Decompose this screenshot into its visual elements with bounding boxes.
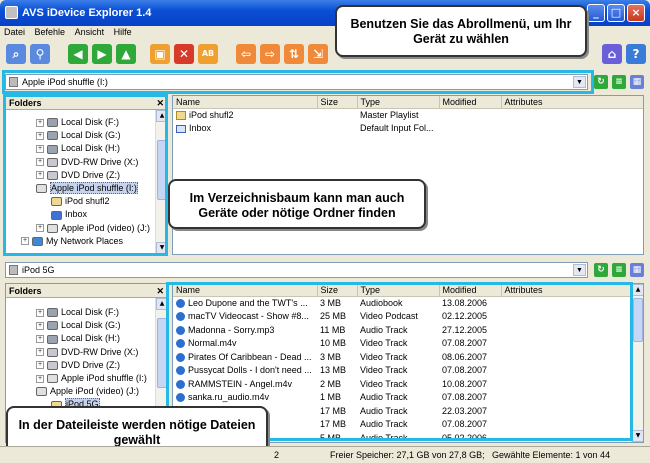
file-type: Master Playlist: [360, 110, 419, 120]
ipod-icon: [9, 265, 18, 275]
close-button[interactable]: ×: [627, 4, 645, 22]
tree-node[interactable]: + Local Disk (G:): [36, 319, 121, 331]
menu-bar: Datei Befehle Ansicht Hilfe: [4, 27, 139, 41]
col-type[interactable]: Type: [357, 96, 440, 109]
view-icon[interactable]: ▦: [630, 75, 644, 89]
close-pane-icon[interactable]: ✕: [156, 284, 164, 298]
menu-befehle[interactable]: Befehle: [35, 27, 66, 37]
tree-node-label: Local Disk (H:): [61, 333, 121, 344]
table-row[interactable]: iPod shufl2 Master Playlist: [173, 108, 643, 122]
dvd-icon: [47, 360, 58, 370]
disk-icon: [47, 308, 58, 318]
find-device-icon[interactable]: ⚲: [30, 44, 50, 64]
expand-icon[interactable]: +: [36, 348, 44, 357]
col-name[interactable]: Name: [173, 96, 318, 109]
expand-icon[interactable]: +: [36, 374, 44, 383]
properties-icon[interactable]: ≡: [612, 263, 626, 277]
col-size[interactable]: Size: [317, 96, 358, 109]
tree-node-label: DVD Drive (Z:): [61, 359, 120, 370]
refresh-icon[interactable]: ↻: [594, 75, 608, 89]
tree-node[interactable]: + Local Disk (F:): [36, 306, 119, 318]
forward-icon[interactable]: ▶: [92, 44, 112, 64]
view-icon[interactable]: ▦: [630, 263, 644, 277]
file-modified: [439, 108, 501, 122]
file-attributes: [501, 122, 643, 136]
device-select-bottom[interactable]: iPod 5G ▼: [5, 262, 588, 278]
tree-node-label: DVD-RW Drive (X:): [61, 346, 139, 357]
device-select-bottom-value: iPod 5G: [22, 265, 55, 275]
file-modified: [439, 122, 501, 136]
ipod-icon: [36, 387, 47, 397]
search-icon[interactable]: ⌕: [6, 44, 26, 64]
status-count: 2: [274, 450, 280, 460]
disk-icon: [47, 334, 58, 344]
status-free-space: Freier Speicher: 27,1 GB von 27,8 GB;: [330, 450, 485, 460]
expand-icon[interactable]: +: [36, 321, 44, 330]
tree-node-label: Local Disk (F:): [61, 307, 120, 317]
table-row[interactable]: Inbox Default Input Fol...: [173, 122, 643, 136]
tree-node-label: Local Disk (G:): [61, 320, 121, 331]
sync-icon[interactable]: ⇅: [284, 44, 304, 64]
col-attributes[interactable]: Attributes: [501, 96, 643, 109]
up-icon[interactable]: ▲: [116, 44, 136, 64]
file-attributes: [501, 108, 643, 122]
folders-header: Folders ✕: [6, 284, 167, 298]
disk-icon: [47, 321, 58, 331]
inbox-icon: [176, 124, 186, 133]
maximize-button[interactable]: □: [607, 4, 625, 22]
menu-hilfe[interactable]: Hilfe: [114, 27, 132, 37]
file-name: Inbox: [189, 123, 212, 134]
window-title: AVS iDevice Explorer 1.4: [22, 7, 152, 19]
playlist-icon: [176, 111, 186, 121]
export-icon[interactable]: ⇲: [308, 44, 328, 64]
new-folder-icon[interactable]: ▣: [150, 44, 170, 64]
app-icon: [5, 6, 18, 19]
col-modified[interactable]: Modified: [439, 96, 502, 109]
file-name: iPod shufl2: [189, 109, 234, 120]
file-size: [317, 108, 357, 122]
tree-node-label: Apple iPod shuffle (I:): [61, 373, 147, 383]
tree-node[interactable]: Apple iPod (video) (J:): [36, 385, 139, 397]
status-selected: Gewählte Elemente: 1 von 44: [492, 450, 611, 460]
expand-icon[interactable]: +: [36, 335, 44, 344]
home-icon[interactable]: ⌂: [602, 44, 622, 64]
expand-icon[interactable]: +: [36, 361, 44, 370]
highlight-dropdown: [2, 70, 594, 94]
tree-node[interactable]: + Local Disk (H:): [36, 332, 120, 344]
minimize-button[interactable]: _: [587, 4, 605, 22]
tree-node[interactable]: + DVD-RW Drive (X:): [36, 346, 138, 358]
menu-ansicht[interactable]: Ansicht: [75, 27, 105, 37]
tree-node[interactable]: + DVD Drive (Z:): [36, 359, 120, 371]
callout-tree: Im Verzeichnisbaum kann man auch Geräte …: [168, 179, 426, 229]
properties-icon[interactable]: ≡: [612, 75, 626, 89]
chevron-down-icon[interactable]: ▼: [573, 264, 586, 276]
copy-right-icon[interactable]: ⇨: [260, 44, 280, 64]
expand-icon[interactable]: +: [36, 308, 44, 317]
status-bar: 2 Freier Speicher: 27,1 GB von 27,8 GB; …: [0, 446, 650, 463]
file-size: [317, 122, 357, 136]
callout-dropdown: Benutzen Sie das Abrollmenü, um Ihr Gerä…: [335, 5, 587, 57]
highlight-tree: [3, 94, 168, 256]
help-icon[interactable]: ?: [626, 44, 646, 64]
tree-node-label: Apple iPod (video) (J:): [50, 386, 140, 397]
dvd-icon: [47, 347, 58, 357]
refresh-icon[interactable]: ↻: [594, 263, 608, 277]
file-type: Default Input Fol...: [360, 123, 434, 134]
tree-node[interactable]: + Apple iPod shuffle (I:): [36, 372, 147, 384]
file-list-top: Name Size Type Modified Attributes iPod …: [172, 95, 644, 255]
rename-icon[interactable]: AB: [198, 44, 218, 64]
menu-datei[interactable]: Datei: [4, 27, 25, 37]
copy-left-icon[interactable]: ⇦: [236, 44, 256, 64]
back-icon[interactable]: ◀: [68, 44, 88, 64]
delete-icon[interactable]: ✕: [174, 44, 194, 64]
ipod-icon: [47, 374, 58, 384]
